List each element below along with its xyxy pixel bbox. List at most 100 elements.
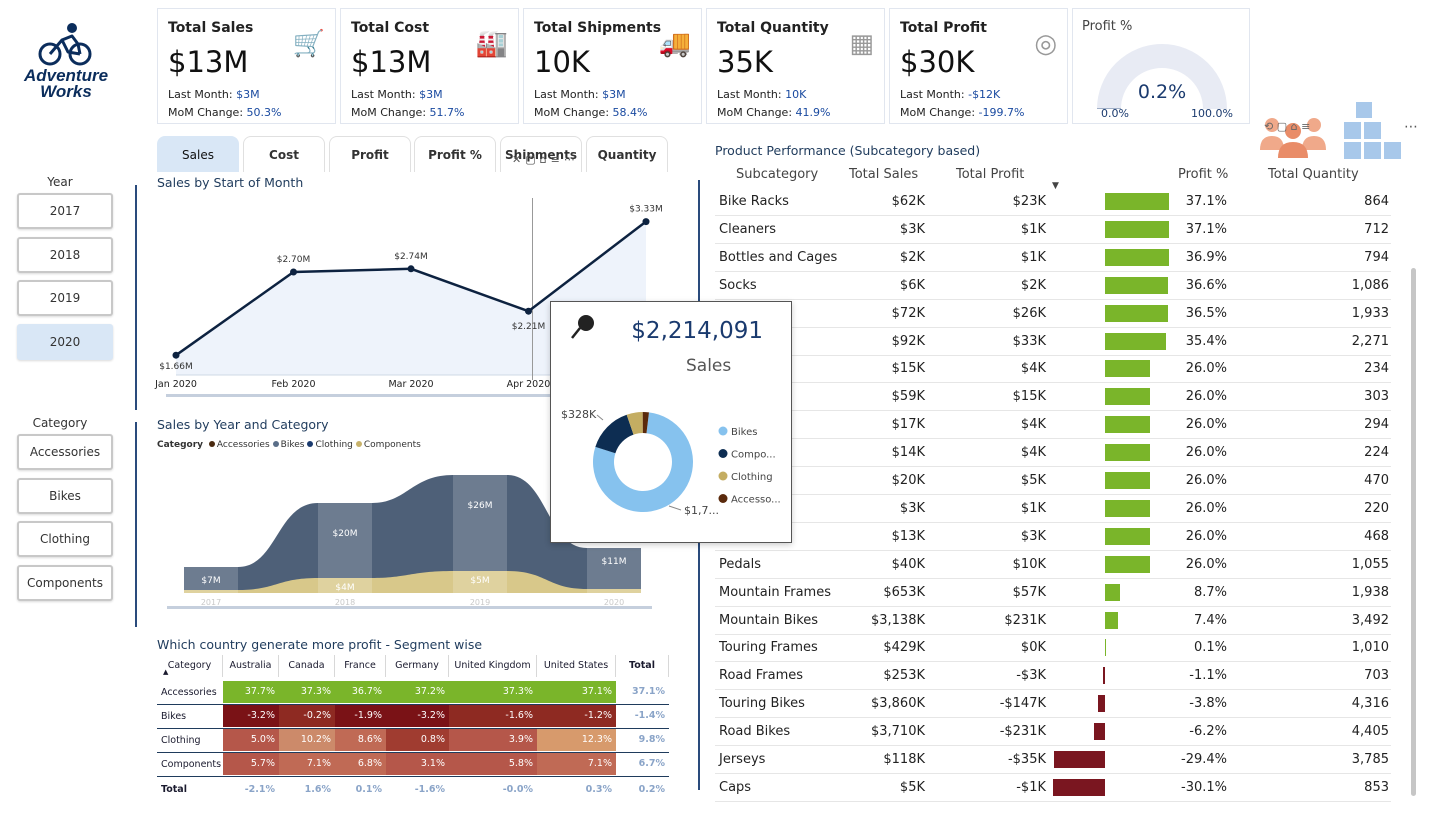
legend-dot (718, 494, 728, 503)
legend-item: Components (355, 440, 421, 450)
cell-qty: 470 (1364, 473, 1389, 488)
cell-sales: $20K (891, 473, 925, 488)
total-label: $20M (333, 529, 358, 539)
cell-profit: -$147K (999, 696, 1046, 712)
header-total-sales[interactable]: Total Sales (849, 167, 918, 182)
header-profit-pct[interactable]: Profit % (1178, 167, 1228, 182)
year-2019-button[interactable]: 2019 (17, 280, 113, 316)
table-row[interactable]: Cleaners $3K $1K 37.1% 712 (715, 216, 1391, 244)
category-bikes-button[interactable]: Bikes (17, 478, 113, 514)
tab-cost[interactable]: Cost (243, 136, 325, 172)
table-scrollbar[interactable] (1411, 268, 1416, 796)
mom-value: 51.7% (429, 106, 465, 119)
more-options-icon[interactable]: ⋯ (1404, 119, 1418, 135)
pushpin-icon[interactable] (569, 312, 599, 342)
table-row[interactable]: $3K $1K 26.0% 220 (715, 495, 1391, 523)
header-total-quantity[interactable]: Total Quantity (1268, 167, 1359, 182)
cell-sales: $15K (891, 361, 925, 377)
matrix-header-cell[interactable]: Germany (386, 655, 449, 677)
kpi-value: 10K (534, 45, 590, 79)
matrix-row-label: Accessories (161, 687, 217, 698)
matrix-header-cell[interactable]: Australia (223, 655, 279, 677)
cell-qty: 712 (1364, 221, 1389, 237)
cell-qty: 303 (1364, 389, 1389, 405)
legend-label: Bikes (731, 427, 757, 438)
table-row[interactable]: Caps $5K -$1K -30.1% 853 (715, 774, 1391, 802)
table-row[interactable]: Touring Bikes $3,860K -$147K -3.8% 4,316 (715, 690, 1391, 719)
year-2018-button[interactable]: 2018 (17, 237, 113, 273)
cell-pct: 36.9% (1185, 249, 1227, 265)
table-row[interactable]: $20K $5K 26.0% 470 (715, 467, 1391, 495)
table-row[interactable]: Bike Racks $62K $23K 37.1% 864 (715, 188, 1391, 216)
legend-label: Compo... (731, 450, 776, 461)
table-row[interactable]: Touring Frames $429K $0K 0.1% 1,010 (715, 634, 1391, 663)
tab-profit[interactable]: Profit (329, 136, 411, 172)
header-subcategory[interactable]: Subcategory (736, 167, 818, 182)
matrix-header-cell[interactable]: Total (616, 655, 669, 677)
table-row[interactable]: Road Frames $253K -$3K -1.1% 703 (715, 662, 1391, 691)
table-row[interactable]: Socks $6K $2K 36.6% 1,086 (715, 272, 1391, 300)
matrix-header-cell[interactable]: United Kingdom (449, 655, 537, 677)
cell-pct: 8.7% (1193, 584, 1227, 600)
cell-sales: $6K (899, 277, 925, 293)
legend-dot (718, 426, 728, 436)
matrix-cell: -3.2% (223, 705, 279, 727)
matrix-grand-total: 0.2% (638, 784, 665, 795)
matrix-cell: 10.2% (279, 729, 335, 751)
category-accessories-button[interactable]: Accessories (17, 434, 113, 470)
kpi-value: $30K (900, 45, 975, 79)
area-scrollbar (167, 606, 652, 609)
matrix-cell: 37.3% (449, 681, 537, 703)
table-row[interactable]: $92K $33K 35.4% 2,271 (715, 328, 1391, 356)
tab-sales[interactable]: Sales (157, 136, 239, 172)
cell-sales: $253K (883, 668, 925, 684)
table-row[interactable]: ckets$14K$4K26.0%224 (715, 439, 1391, 468)
category-components-button[interactable]: Components (17, 565, 113, 601)
cell-pct: 26.0% (1185, 361, 1227, 377)
table-row[interactable]: Mountain Bikes $3,138K $231K 7.4% 3,492 (715, 607, 1391, 635)
category-clothing-button[interactable]: Clothing (17, 521, 113, 557)
legend-dot (718, 471, 728, 481)
year-2020-button[interactable]: 2020 (17, 324, 113, 360)
header-total-profit[interactable]: Total Profit (956, 167, 1024, 182)
profit-pct-bar (1053, 778, 1105, 796)
cell-qty: 794 (1364, 249, 1389, 265)
cell-pct: 36.5% (1185, 305, 1227, 321)
profit-pct-bar (1105, 444, 1150, 462)
visual-toolbar-icons[interactable]: ✕▢⌂≡⋯ (512, 153, 579, 166)
cell-pct: 37.1% (1185, 221, 1227, 237)
visual-header-icons[interactable]: ⟲ ▢ ⌂ ≡ (1264, 120, 1310, 133)
tab-quantity[interactable]: Quantity (586, 136, 668, 172)
component-label: $5M (470, 576, 489, 586)
cell-name: Caps (719, 779, 752, 795)
table-row[interactable]: $15K $4K 26.0% 234 (715, 355, 1391, 384)
table-row[interactable]: Road Bikes $3,710K -$231K -6.2% 4,405 (715, 718, 1391, 747)
table-row[interactable]: Mountain Frames $653K $57K 8.7% 1,938 (715, 579, 1391, 607)
sort-asc-icon[interactable]: ▲ (163, 668, 168, 676)
matrix-header-cell[interactable]: France (335, 655, 386, 677)
table-row[interactable]: $72K $26K 36.5% 1,933 (715, 300, 1391, 328)
profit-pct-bar (1105, 583, 1120, 601)
kpi-mom: MoM Change: 51.7% (351, 106, 464, 119)
leader-line (596, 414, 604, 421)
tab-profit-pct[interactable]: Profit % (414, 136, 496, 172)
cell-qty: 220 (1364, 500, 1389, 516)
table-row[interactable]: Pedals $40K $10K 26.0% 1,055 (715, 551, 1391, 579)
table-row[interactable]: $59K $15K 26.0% 303 (715, 383, 1391, 412)
year-2017-button[interactable]: 2017 (17, 193, 113, 229)
matrix-header-cell[interactable]: United States (537, 655, 616, 677)
table-row[interactable]: $17K $4K 26.0% 294 (715, 411, 1391, 440)
total-label: $26M (468, 501, 493, 511)
profit-pct-bar (1105, 193, 1169, 210)
cell-qty: 3,492 (1351, 612, 1389, 628)
table-row[interactable]: $13K $3K 26.0% 468 (715, 523, 1391, 551)
cell-qty: 294 (1364, 417, 1389, 433)
cell-qty: 224 (1364, 445, 1389, 461)
profit-matrix[interactable]: Category Australia Canada France Germany Unit… (157, 655, 669, 800)
data-point (290, 268, 297, 276)
table-row[interactable]: Bottles and Cages $2K $1K 36.9% 794 (715, 244, 1391, 272)
data-point (407, 265, 415, 273)
matrix-header-cell[interactable]: Canada (279, 655, 335, 677)
table-row[interactable]: Jerseys $118K -$35K -29.4% 3,785 (715, 746, 1391, 774)
cell-sales: $92K (891, 333, 925, 349)
